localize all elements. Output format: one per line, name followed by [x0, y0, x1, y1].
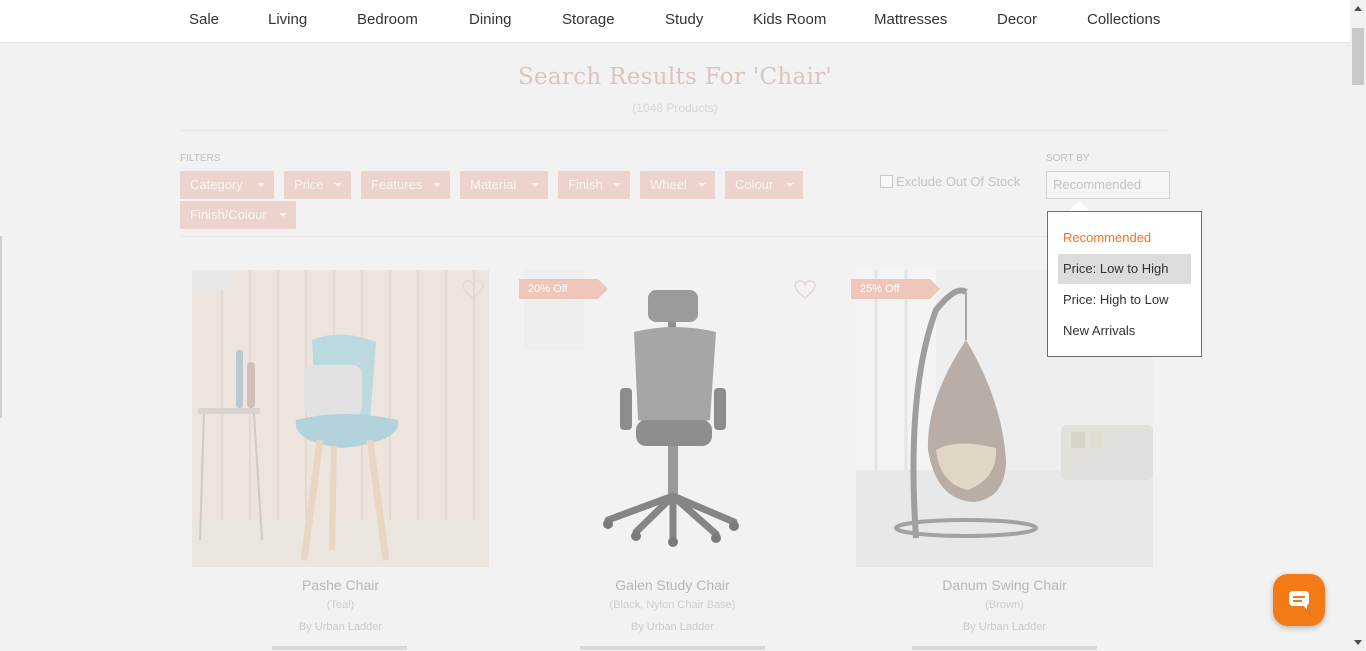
sort-option-recommended[interactable]: Recommended — [1058, 223, 1191, 253]
nav-item-mattresses[interactable]: Mattresses — [874, 11, 947, 28]
filter-label: Material — [470, 177, 517, 192]
scroll-down-arrow[interactable] — [1354, 640, 1362, 645]
filter-label: Finish — [568, 177, 603, 192]
nav-item-kids-room[interactable]: Kids Room — [753, 11, 826, 28]
scroll-up-arrow[interactable] — [1354, 6, 1362, 11]
filter-features[interactable]: Features — [361, 171, 450, 199]
filter-material[interactable]: Material — [460, 171, 548, 199]
filter-wheel[interactable]: Wheel — [640, 171, 715, 199]
product-brand: By Urban Ladder — [298, 621, 383, 633]
dropdown-pointer — [1069, 201, 1089, 211]
filter-label: Colour — [735, 177, 774, 192]
sort-by-label: SORT BY — [1046, 153, 1090, 164]
sort-option-price-low-high[interactable]: Price: Low to High — [1058, 254, 1191, 284]
filter-label: Finish/Colour — [190, 207, 267, 222]
caret-down-icon — [531, 183, 539, 187]
filter-label: Features — [371, 177, 423, 192]
product-variant: (Brown) — [985, 599, 1024, 611]
nav-item-storage[interactable]: Storage — [562, 11, 615, 28]
scrollbar-thumb[interactable] — [1352, 28, 1364, 85]
product-name[interactable]: Pashe Chair — [192, 577, 489, 593]
nav-item-dining[interactable]: Dining — [469, 11, 512, 28]
exclude-out-of-stock[interactable]: Exclude Out Of Stock — [880, 174, 1020, 189]
product-name[interactable]: Galen Study Chair — [524, 577, 821, 593]
discount-badge: 25% Off — [851, 279, 940, 299]
nav-item-collections[interactable]: Collections — [1087, 11, 1160, 28]
nav-item-decor[interactable]: Decor — [997, 11, 1037, 28]
caret-down-icon — [279, 213, 287, 217]
nav-item-bedroom[interactable]: Bedroom — [357, 11, 418, 28]
filter-price[interactable]: Price — [284, 171, 351, 199]
scrollbar[interactable] — [1350, 0, 1366, 651]
divider — [180, 130, 1168, 131]
sort-select[interactable]: Recommended — [1046, 171, 1170, 199]
caret-down-icon — [613, 183, 621, 187]
exclude-checkbox[interactable] — [880, 175, 893, 188]
chat-icon — [1289, 591, 1309, 610]
filter-category[interactable]: Category — [180, 171, 274, 199]
filters-label: FILTERS — [180, 153, 221, 164]
product-variant: (Teal) — [326, 599, 355, 611]
product-image-galen-study-chair[interactable] — [524, 270, 821, 567]
product-brand: By Urban Ladder — [630, 621, 715, 633]
filter-label: Price — [294, 177, 324, 192]
product-count: (1048 Products) — [632, 101, 718, 115]
sort-dropdown-menu: Recommended Price: Low to High Price: Hi… — [1047, 211, 1202, 357]
caret-down-icon — [433, 183, 441, 187]
caret-down-icon — [698, 183, 706, 187]
heart-icon[interactable] — [794, 280, 816, 300]
top-nav: Sale Living Bedroom Dining Storage Study… — [0, 0, 1350, 43]
sort-option-price-high-low[interactable]: Price: High to Low — [1058, 285, 1191, 315]
price-row-fragment — [580, 646, 765, 650]
price-row-fragment — [272, 646, 407, 650]
page-title: Search Results For 'Chair' — [517, 64, 833, 90]
heart-icon[interactable] — [462, 280, 484, 300]
filter-finish[interactable]: Finish — [558, 171, 630, 199]
sort-option-new-arrivals[interactable]: New Arrivals — [1058, 316, 1191, 346]
caret-down-icon — [786, 183, 794, 187]
product-brand: By Urban Ladder — [962, 621, 1047, 633]
nav-item-living[interactable]: Living — [268, 11, 307, 28]
caret-down-icon — [257, 183, 265, 187]
filter-label: Category — [190, 177, 243, 192]
divider — [180, 236, 1168, 237]
filter-label: Wheel — [650, 177, 687, 192]
price-row-fragment — [912, 646, 1097, 650]
product-variant: (Black, Nylon Chair Base) — [609, 599, 736, 611]
discount-badge: 20% Off — [519, 279, 608, 299]
side-panel-edge — [0, 236, 2, 418]
filter-colour[interactable]: Colour — [725, 171, 803, 199]
product-name[interactable]: Danum Swing Chair — [856, 577, 1153, 593]
nav-item-study[interactable]: Study — [665, 11, 703, 28]
caret-down-icon — [334, 183, 342, 187]
product-image-pashe-chair[interactable] — [192, 270, 489, 567]
chat-button[interactable] — [1273, 574, 1325, 626]
filter-finish-colour[interactable]: Finish/Colour — [180, 201, 296, 229]
nav-item-sale[interactable]: Sale — [189, 11, 219, 28]
exclude-label: Exclude Out Of Stock — [896, 174, 1021, 189]
